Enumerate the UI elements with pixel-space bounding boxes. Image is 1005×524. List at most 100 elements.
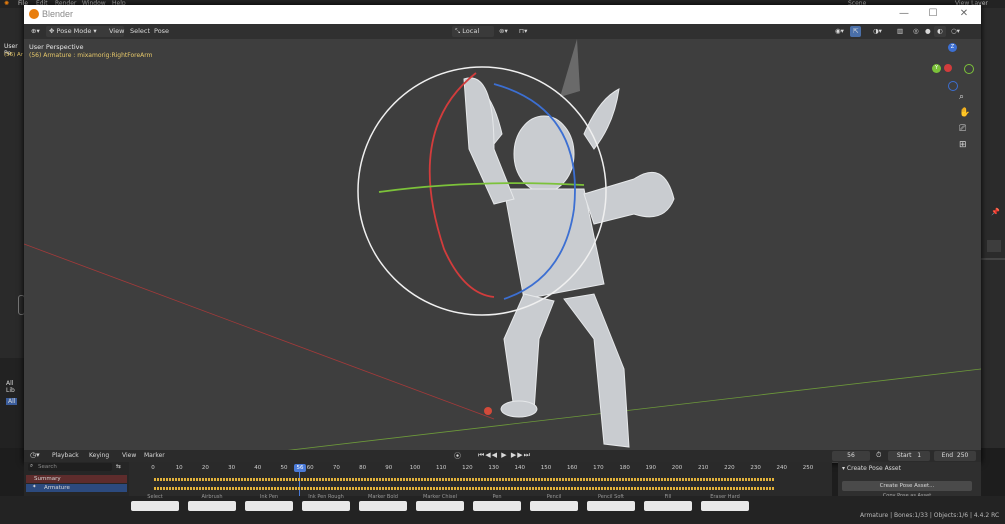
brush-label: Eraser Hard [710,494,740,500]
brush-preview [701,501,749,511]
camera-view-icon[interactable]: ⎚ [959,124,966,134]
stopwatch-icon[interactable]: ⏱ [876,451,881,460]
armature-keyframes[interactable] [154,487,774,490]
timeline-menu-marker[interactable]: Marker [144,452,165,459]
blender-logo-icon: ✺ [4,0,10,7]
start-label: Start [896,452,912,459]
brush-item[interactable]: Fill [641,494,695,512]
eyedropper-icon[interactable] [987,240,1001,252]
brush-preview [416,501,464,511]
frame-ruler[interactable]: 0 10 20 30 40 50 60 70 80 90 100 110 120 130 140 150 160… [24,462,832,472]
ortho-grid-icon[interactable]: ⊞ [959,140,967,150]
transform-orientation-dropdown[interactable]: ⤡ Local [452,26,494,37]
timeline-area[interactable]: 0 10 20 30 40 50 60 70 80 90 100 110 120 130 140 150 160… [24,462,832,496]
brush-preview [644,501,692,511]
x-axis-line [24,243,495,420]
armature-icon: ✦ [32,484,37,490]
brush-preview [530,501,578,511]
background-left-panel: User Pe (56) Ar All Lib All [0,8,25,448]
visibility-icon[interactable]: ◉▾ [832,26,847,37]
brush-item[interactable]: Pencil [527,494,581,512]
menu-view[interactable]: View [106,26,127,37]
xray-icon[interactable]: ▥ [894,26,906,37]
timeline-menu-playback[interactable]: Playback [52,452,79,459]
gizmo-z-icon[interactable]: Z [948,43,957,52]
divider [981,258,1005,260]
shading-rendered-icon[interactable]: ○▾ [948,26,963,37]
shading-material-icon[interactable]: ◐ [934,26,946,37]
blender-window: Blender — ☐ ✕ ⊕▾ ✥ Pose Mode ▾ View Sele… [24,5,981,463]
orientation-label: Local [462,27,480,35]
pose-mode-icon: ✥ [49,27,57,35]
brush-item[interactable]: Pencil Soft [584,494,638,512]
start-value: 1 [917,452,922,459]
brush-item[interactable]: Marker Chisel [413,494,467,512]
shading-wireframe-icon[interactable]: ◎ [910,26,922,37]
gizmo-x-icon[interactable] [944,64,952,72]
brush-preview [587,501,635,511]
pan-hand-icon[interactable]: ✋ [959,108,970,118]
navigation-gizmo[interactable]: Z Y [928,43,976,91]
minimize-button[interactable]: — [894,8,914,19]
close-button[interactable]: ✕ [954,8,974,19]
gizmo-neg-z-icon[interactable] [948,81,958,91]
frame-tick-label: 220 [724,465,735,471]
brush-item[interactable]: Airbrush [185,494,239,512]
copy-pose-asset-button[interactable]: Copy Pose as Asset [842,492,972,496]
zoom-icon[interactable]: ⌕ [959,92,964,102]
pivot-point-icon[interactable]: ⊚▾ [496,26,511,37]
pose-section-header[interactable]: ▾ Create Pose Asset [842,465,901,472]
pose-section-title: Create Pose Asset [846,465,901,472]
brush-item[interactable]: Ink Pen [242,494,296,512]
playback-controls[interactable]: ⏮◀◀ ▶ ▶▶⏭ [478,451,531,460]
brush-label: Fill [664,494,672,500]
brush-strip: Select Airbrush Ink Pen Ink Pen Rough Marker… [128,494,749,512]
maximize-button[interactable]: ☐ [923,8,943,19]
brush-item[interactable]: Select [128,494,182,512]
timeline-menu-view[interactable]: View [122,452,136,459]
frame-tick-label: 10 [175,465,183,471]
channel-search-input[interactable]: Search [28,463,112,471]
end-frame-field[interactable]: End 250 [934,451,976,461]
bg-all-libraries[interactable]: All Lib [6,380,24,394]
summary-keyframes[interactable] [154,478,774,481]
channel-armature[interactable]: Armature [26,484,127,492]
gizmo-toggle-icon[interactable]: ⇱ [850,26,862,37]
current-frame-field[interactable]: 56 [832,451,870,461]
menu-pose[interactable]: Pose [151,26,172,37]
gizmo-y-icon[interactable]: Y [932,64,941,73]
channel-summary[interactable]: Summary [26,475,127,483]
timeline-editor-icon[interactable]: ◷▾ [30,451,40,459]
menu-select[interactable]: Select [127,26,153,37]
filter-icon[interactable]: ⇆ [116,463,121,470]
pose-library-panel: ▾ Create Pose Asset Create Pose Asset...… [838,462,981,496]
timeline-menu-keying[interactable]: Keying [89,452,109,459]
brush-label: Ink Pen [259,494,279,500]
3d-viewport[interactable]: User Perspective (56) Armature : mixamor… [24,39,981,452]
character-mesh [463,77,675,448]
start-frame-field[interactable]: Start 1 [888,451,930,461]
create-pose-asset-button[interactable]: Create Pose Asset... [842,481,972,491]
bg-all-catalog[interactable]: All [6,398,18,405]
snap-icon[interactable]: ⊓▾ [516,26,530,37]
brush-item[interactable]: Pen [470,494,524,512]
brush-item[interactable]: Marker Bold [356,494,410,512]
shading-solid-icon[interactable]: ● [922,26,934,37]
pin-icon[interactable]: 📌 [991,208,1000,216]
frame-tick-label: 0 [151,465,155,471]
frame-tick-label: 90 [385,465,393,471]
frame-tick-label: 60 [306,465,314,471]
frame-tick-label: 100 [409,465,421,471]
window-title: Blender [42,9,74,19]
frame-tick-label: 250 [802,465,814,471]
auto-key-icon[interactable]: ⦿ [454,451,461,461]
editor-type-icon[interactable]: ⊕▾ [28,26,43,37]
overlay-icon[interactable]: ◑▾ [870,26,885,37]
frame-tick-label: 210 [697,465,709,471]
brush-label: Pencil [546,494,562,500]
playhead-indicator[interactable]: 56 [294,464,306,472]
frame-tick-label: 140 [514,465,526,471]
gizmo-neg-y-icon[interactable] [964,64,974,74]
brush-item[interactable]: Eraser Hard [698,494,752,512]
brush-item[interactable]: Ink Pen Rough [299,494,353,512]
